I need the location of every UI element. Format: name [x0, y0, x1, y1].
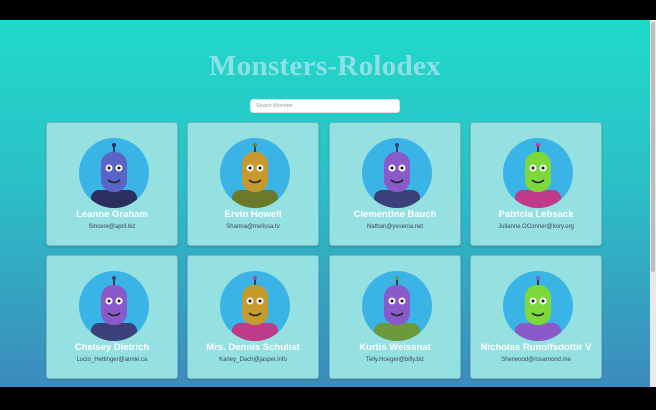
monster-name: Mrs. Dennis Schulist	[206, 342, 300, 353]
card-list: Leanne Graham Sincere@april.biz Ervin Howe…	[46, 122, 605, 387]
monster-name: Chelsey Dietrich	[74, 342, 150, 353]
monster-email: Sincere@april.biz	[88, 224, 136, 230]
monster-name: Ervin Howell	[224, 209, 282, 220]
monster-name: Clementine Bauch	[353, 209, 437, 220]
page-viewport: Monsters-Rolodex Leanne Graham Sincere@ap…	[0, 20, 650, 387]
monster-card[interactable]: Mrs. Dennis Schulist Karley_Dach@jasper.i…	[187, 255, 319, 379]
monster-card[interactable]: Nicholas Runolfsdottir V Sherwood@rosamon…	[470, 255, 602, 379]
search-input[interactable]	[250, 99, 400, 113]
monster-card[interactable]: Kurtis Weissnat Telly.Hoeger@billy.biz	[329, 255, 461, 379]
monster-avatar	[503, 271, 573, 341]
monster-avatar	[220, 271, 290, 341]
scrollbar-thumb[interactable]	[651, 22, 655, 272]
monster-card[interactable]: Leanne Graham Sincere@april.biz	[46, 122, 178, 246]
monster-email: Sherwood@rosamond.me	[501, 357, 571, 363]
top-black-bar	[0, 0, 656, 20]
monster-avatar	[79, 138, 149, 208]
monster-name: Kurtis Weissnat	[359, 342, 431, 353]
monster-avatar	[79, 271, 149, 341]
monster-avatar	[220, 138, 290, 208]
page-title: Monsters-Rolodex	[209, 50, 441, 82]
monster-email: Nathan@yesenia.net	[366, 224, 424, 230]
monster-name: Leanne Graham	[76, 209, 148, 220]
monster-email: Lucio_Hettinger@annie.ca	[76, 357, 148, 363]
monster-card[interactable]: Chelsey Dietrich Lucio_Hettinger@annie.ca	[46, 255, 178, 379]
monster-card[interactable]: Ervin Howell Shanna@melissa.tv	[187, 122, 319, 246]
monster-avatar	[362, 271, 432, 341]
monster-email: Julianne.OConner@kory.org	[498, 224, 574, 230]
monster-email: Telly.Hoeger@billy.biz	[365, 357, 425, 363]
monster-card[interactable]: Patricia Lebsack Julianne.OConner@kory.or…	[470, 122, 602, 246]
bottom-black-bar	[0, 387, 656, 410]
monster-email: Karley_Dach@jasper.info	[219, 357, 287, 363]
monster-card[interactable]: Clementine Bauch Nathan@yesenia.net	[329, 122, 461, 246]
monster-avatar	[362, 138, 432, 208]
monster-email: Shanna@melissa.tv	[226, 224, 280, 230]
monster-name: Nicholas Runolfsdottir V	[480, 342, 592, 353]
monster-name: Patricia Lebsack	[498, 209, 574, 220]
monster-avatar	[503, 138, 573, 208]
